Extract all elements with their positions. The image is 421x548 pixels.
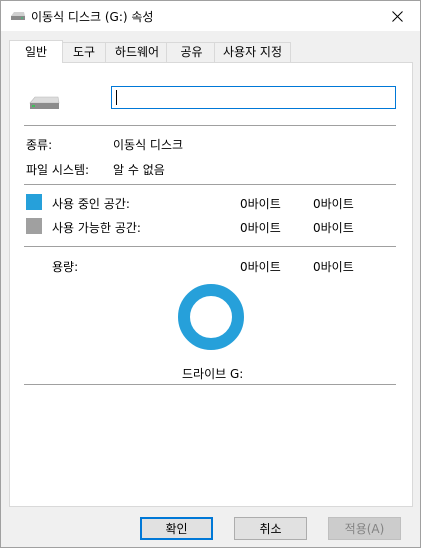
drive-letter-label: 드라이브 G: (182, 367, 244, 381)
tab-customize[interactable]: 사용자 지정 (214, 42, 291, 62)
type-value: 이동식 디스크 (113, 138, 184, 152)
apply-button[interactable]: 적용(A) (328, 517, 401, 540)
tab-general[interactable]: 일반 (9, 40, 63, 63)
used-space-swatch (26, 194, 42, 210)
window-title: 이동식 디스크 (G:) 속성 (31, 10, 154, 24)
properties-window: 이동식 디스크 (G:) 속성 일반 도구 하드웨어 공유 사용자 지정 종류:… (0, 0, 421, 548)
text-caret (116, 90, 117, 105)
free-space-swatch (26, 218, 42, 234)
capacity-bytes: 0바이트 (240, 260, 281, 274)
free-space-label: 사용 가능한 공간: (52, 221, 141, 235)
separator (24, 384, 396, 385)
tab-tools[interactable]: 도구 (60, 42, 108, 62)
general-tab-panel: 종류: 이동식 디스크 파일 시스템: 알 수 없음 사용 중인 공간: 0바이… (9, 62, 413, 507)
tab-hardware[interactable]: 하드웨어 (105, 42, 169, 62)
used-space-bytes: 0바이트 (240, 197, 281, 211)
ok-button[interactable]: 확인 (140, 517, 213, 540)
file-system-value: 알 수 없음 (113, 163, 165, 177)
capacity-donut-chart (178, 284, 244, 350)
separator (24, 125, 396, 126)
free-space-size: 0바이트 (313, 221, 354, 235)
used-space-label: 사용 중인 공간: (52, 197, 130, 211)
capacity-size: 0바이트 (313, 260, 354, 274)
tab-sharing[interactable]: 공유 (166, 42, 217, 62)
title-bar[interactable]: 이동식 디스크 (G:) 속성 (1, 1, 420, 31)
used-space-size: 0바이트 (313, 197, 354, 211)
usb-drive-icon (29, 96, 60, 109)
type-label: 종류: (26, 138, 53, 152)
separator (24, 184, 396, 185)
drive-name-field[interactable] (111, 86, 396, 109)
capacity-label: 용량: (52, 260, 79, 274)
free-space-bytes: 0바이트 (240, 221, 281, 235)
removable-drive-icon (11, 12, 25, 20)
close-icon (391, 10, 403, 22)
cancel-button[interactable]: 취소 (234, 517, 307, 540)
file-system-label: 파일 시스템: (26, 163, 90, 177)
close-button[interactable] (374, 1, 420, 31)
separator (24, 246, 396, 247)
